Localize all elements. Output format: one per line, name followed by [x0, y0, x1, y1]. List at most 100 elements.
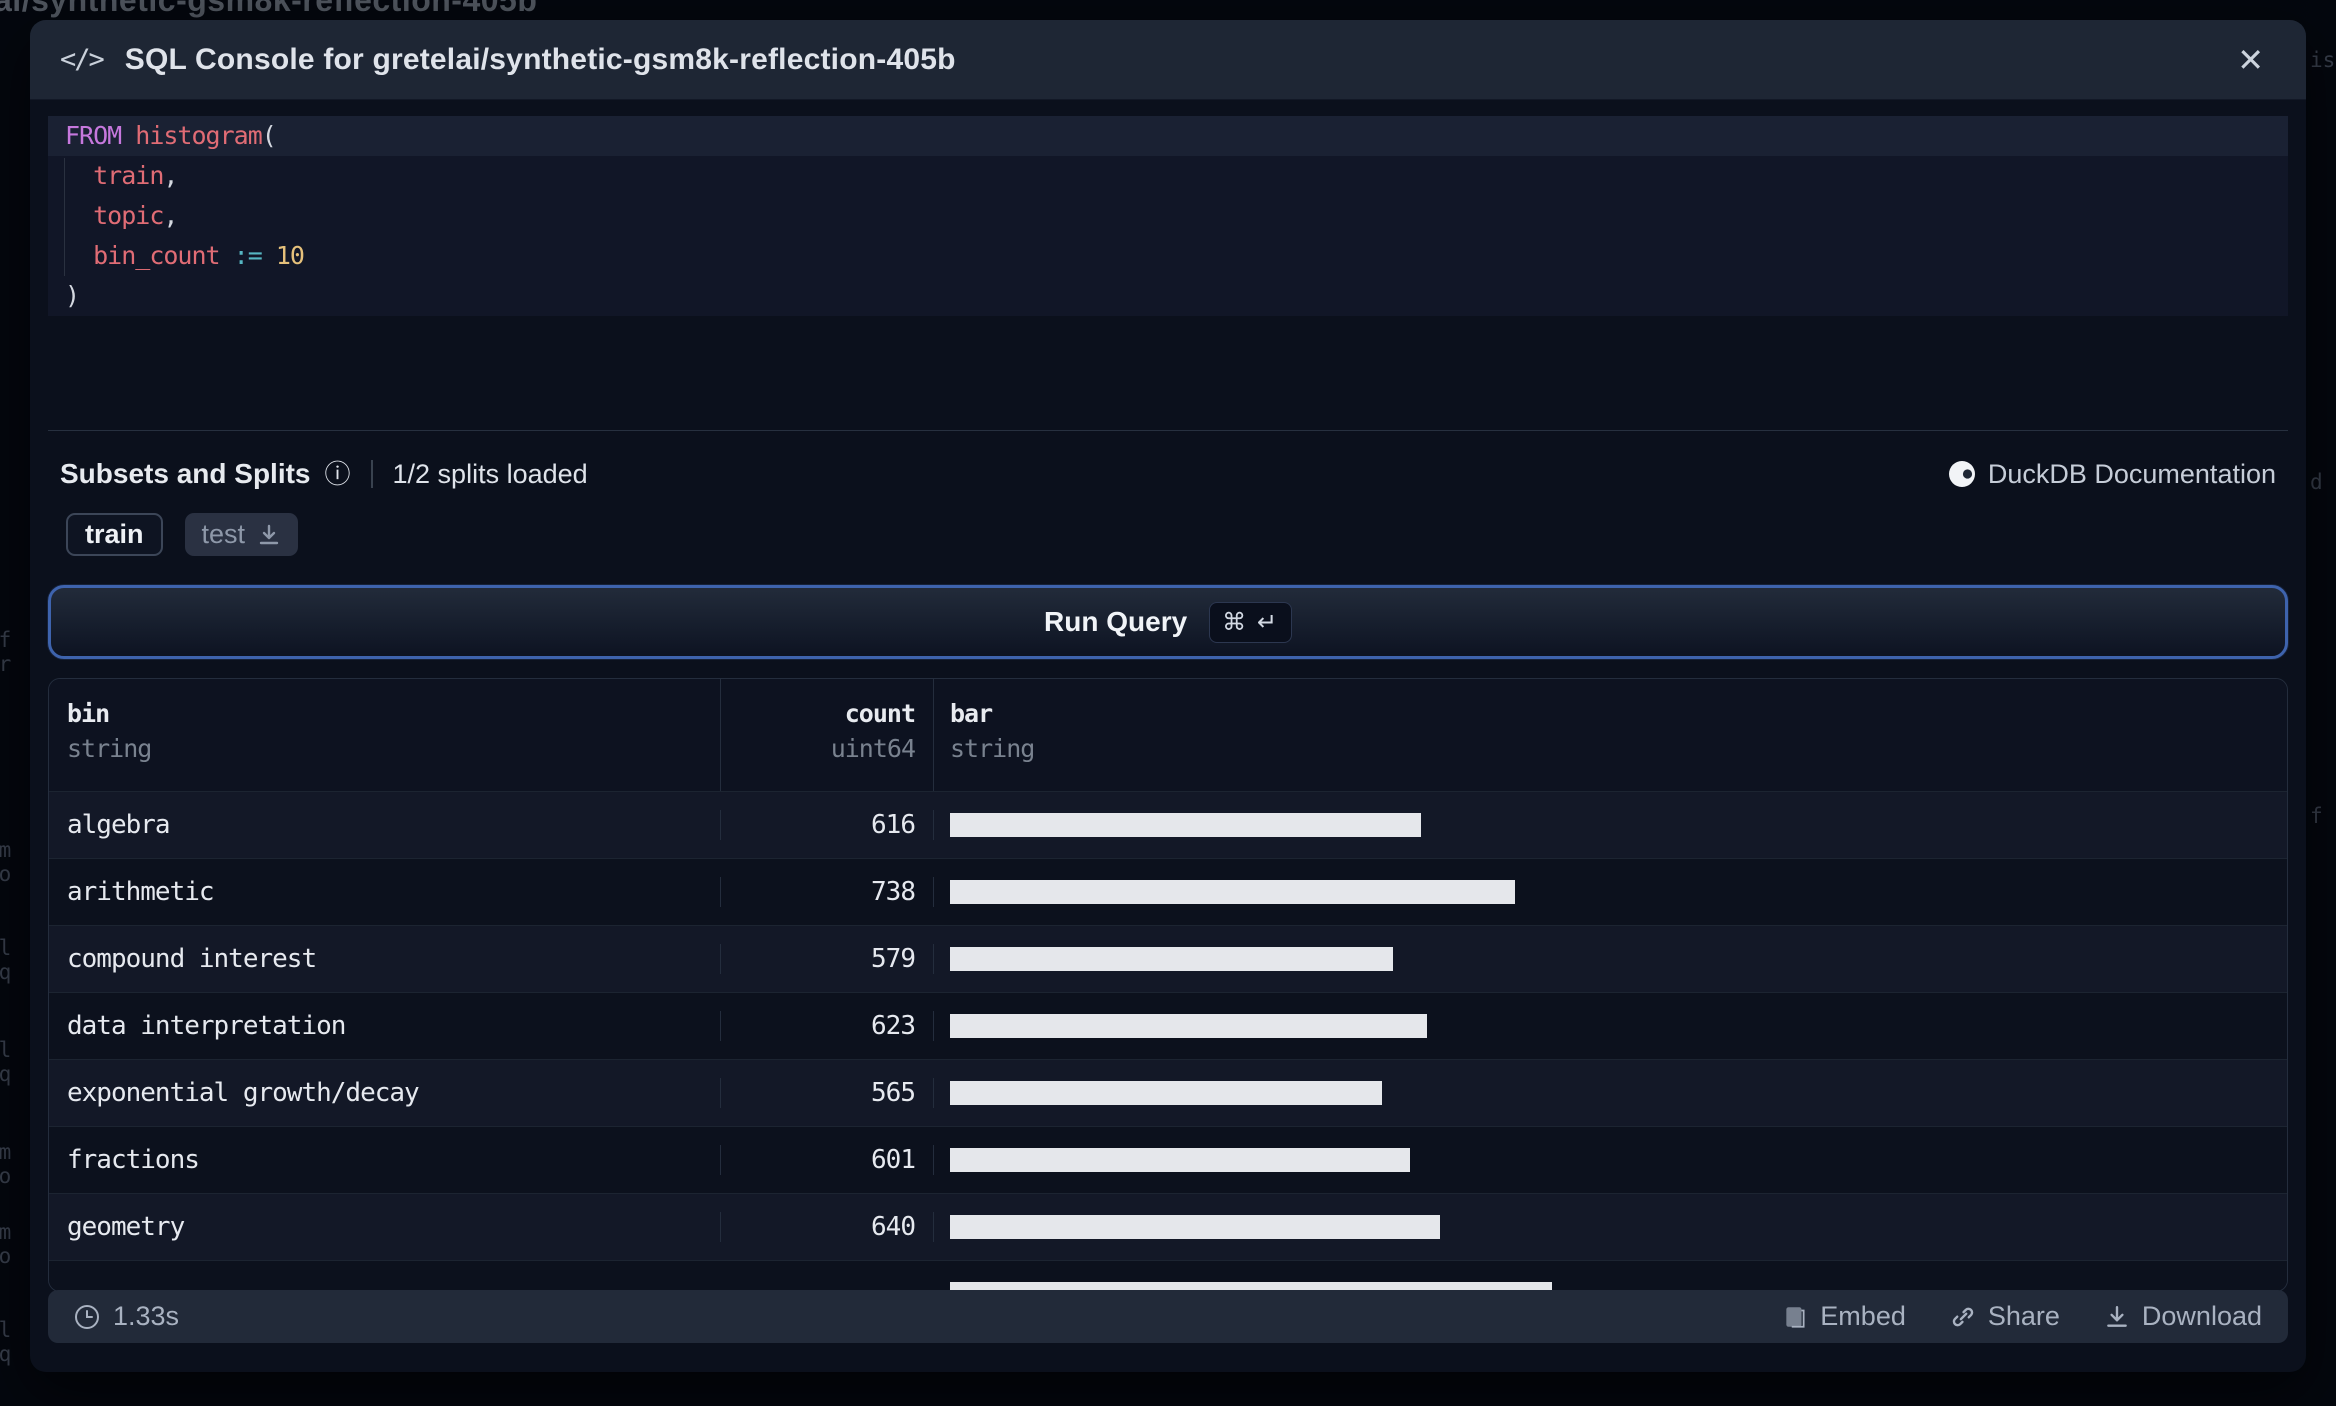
- background-text-fragment: if: [0, 628, 12, 652]
- split-pill-train[interactable]: train: [66, 513, 163, 556]
- background-text-fragment: eq: [0, 960, 12, 984]
- table-body: algebra 616 arithmetic 738 compound interest…: [49, 791, 2287, 1291]
- cell-count: 565: [721, 1078, 934, 1108]
- sql-editor[interactable]: FROM histogram( train, topic, bin_count …: [48, 116, 2288, 316]
- split-pills: train test: [66, 513, 2306, 556]
- results-table: bin string count uint64 bar string algebra 616…: [48, 678, 2288, 1292]
- code-line: topic,: [93, 201, 178, 230]
- cell-count: 640: [721, 1212, 934, 1242]
- cell-bin: data interpretation: [49, 1011, 721, 1041]
- share-label: Share: [1987, 1301, 2060, 1331]
- table-row: data interpretation 623: [49, 992, 2287, 1059]
- histogram-bar: [950, 947, 1393, 971]
- table-row: arithmetic 738: [49, 858, 2287, 925]
- cell-count: 601: [721, 1145, 934, 1175]
- column-name: bin: [67, 699, 110, 728]
- embed-button[interactable]: Embed: [1782, 1301, 1906, 1332]
- background-text-fragment: al: [0, 1038, 12, 1062]
- split-pill-test[interactable]: test: [184, 513, 299, 556]
- column-header-bin[interactable]: bin string: [49, 679, 721, 791]
- column-type: string: [950, 734, 1035, 763]
- table-row: exponential growth/decay 565: [49, 1059, 2287, 1126]
- histogram-bar: [950, 813, 1421, 837]
- column-header-bar[interactable]: bar string: [934, 679, 2287, 791]
- histogram-bar: [950, 1014, 1427, 1038]
- subsets-row: Subsets and Splits ⓘ 1/2 splits loaded D…: [60, 456, 2276, 492]
- sql-code: FROM histogram( train, topic, bin_count …: [48, 116, 2288, 316]
- background-text-fragment: ir: [0, 652, 12, 676]
- run-query-button[interactable]: Run Query ⌘ ↵: [48, 585, 2288, 659]
- results-footer: 1.33s Embed Share Download: [48, 1290, 2288, 1343]
- background-text-fragment: ro: [0, 1164, 12, 1188]
- cell-bar: [934, 1215, 2287, 1239]
- column-name: bar: [950, 699, 993, 728]
- heading-divider: [370, 460, 373, 488]
- column-type: string: [67, 734, 152, 763]
- table-row: compound interest 579: [49, 925, 2287, 992]
- histogram-bar: [950, 1215, 1440, 1239]
- embed-icon: [1786, 1306, 1805, 1328]
- download-label: Download: [2141, 1301, 2262, 1331]
- modal-title: SQL Console for gretelai/synthetic-gsm8k…: [124, 42, 956, 76]
- histogram-bar: [950, 1081, 1382, 1105]
- download-icon: [259, 524, 279, 544]
- background-text-fragment: is: [2310, 48, 2336, 72]
- query-duration: 1.33s: [74, 1301, 179, 1332]
- table-row: algebra 616: [49, 791, 2287, 858]
- duckdb-logo-icon: [1948, 461, 1975, 487]
- run-query-label: Run Query: [1044, 606, 1188, 637]
- duckdb-documentation-link[interactable]: DuckDB Documentation: [1948, 459, 2276, 490]
- cell-bar: [934, 1081, 2287, 1105]
- background-text-fragment: al: [0, 936, 12, 960]
- table-row: geometry 640: [49, 1193, 2287, 1260]
- close-icon[interactable]: ✕: [2237, 44, 2264, 76]
- background-text-fragment: ro: [0, 862, 12, 886]
- code-line: FROM histogram(: [48, 116, 2288, 156]
- download-button[interactable]: Download: [2104, 1301, 2262, 1332]
- cell-bin: exponential growth/decay: [49, 1078, 721, 1108]
- histogram-bar: [950, 1148, 1410, 1172]
- column-type: uint64: [830, 734, 916, 763]
- background-text-fragment: eq: [0, 1342, 12, 1366]
- table-header-row: bin string count uint64 bar string: [49, 679, 2287, 791]
- duckdb-documentation-label: DuckDB Documentation: [1987, 458, 2276, 489]
- subsets-heading: Subsets and Splits: [60, 458, 311, 489]
- cell-bar: [934, 813, 2287, 837]
- background-text-fragment: ro: [0, 1244, 12, 1268]
- cell-bar: [934, 947, 2287, 971]
- background-dataset-title: ai/synthetic-gsm8k-reflection-405b: [0, 0, 538, 18]
- embed-label: Embed: [1820, 1301, 1906, 1331]
- background-text-fragment: om: [0, 1140, 12, 1164]
- split-pill-label: train: [85, 519, 144, 549]
- section-divider: [48, 430, 2288, 431]
- cell-bin: algebra: [49, 810, 721, 840]
- histogram-bar: [950, 880, 1515, 904]
- cell-bar: [934, 1148, 2287, 1172]
- cell-count: 579: [721, 944, 934, 974]
- cell-bin: arithmetic: [49, 877, 721, 907]
- share-icon: [1952, 1307, 1974, 1326]
- sql-console-modal: </> SQL Console for gretelai/synthetic-g…: [30, 20, 2306, 1372]
- background-text-fragment: om: [0, 1220, 12, 1244]
- cell-bin: compound interest: [49, 944, 721, 974]
- split-pill-label: test: [201, 519, 246, 549]
- cell-bin: fractions: [49, 1145, 721, 1175]
- splits-loaded-status: 1/2 splits loaded: [392, 458, 588, 489]
- code-line: ): [65, 281, 80, 310]
- download-icon: [2107, 1305, 2127, 1327]
- info-icon[interactable]: ⓘ: [325, 461, 351, 487]
- table-row: [49, 1260, 2287, 1291]
- modal-header: </> SQL Console for gretelai/synthetic-g…: [30, 20, 2306, 100]
- column-name: count: [844, 699, 916, 728]
- indent-guide: [64, 158, 65, 276]
- keyboard-shortcut-badge: ⌘ ↵: [1209, 601, 1292, 643]
- share-button[interactable]: Share: [1950, 1301, 2060, 1332]
- cell-count: 623: [721, 1011, 934, 1041]
- background-text-fragment: f r: [2310, 804, 2336, 828]
- clock-icon: [75, 1304, 99, 1329]
- background-text-fragment: al: [0, 1318, 12, 1342]
- background-text-fragment: om: [0, 838, 12, 862]
- cell-count: 738: [721, 877, 934, 907]
- column-header-count[interactable]: count uint64: [721, 679, 934, 791]
- cell-bar: [934, 880, 2287, 904]
